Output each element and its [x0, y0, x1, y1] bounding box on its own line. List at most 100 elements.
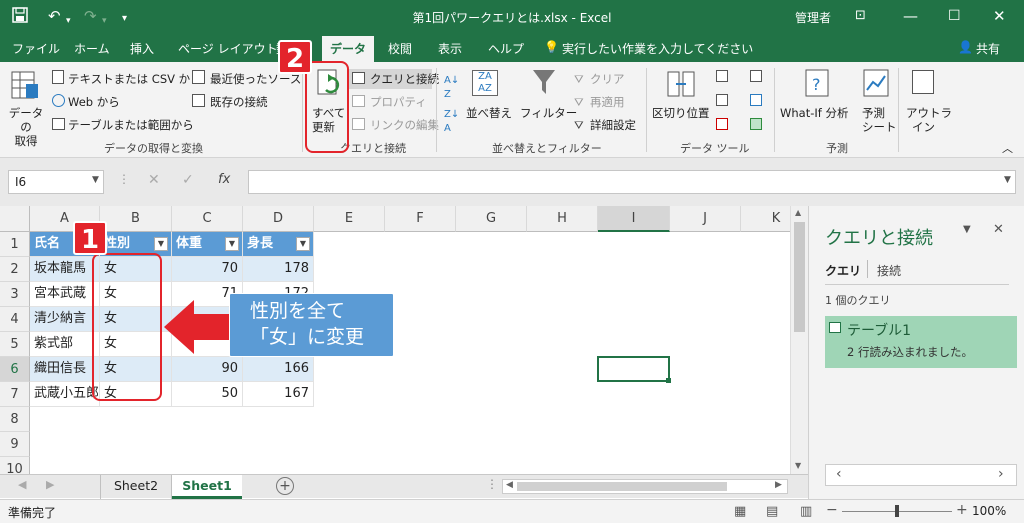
name-box-dropdown-icon[interactable]: ▼	[92, 175, 99, 185]
column-header[interactable]: D	[243, 206, 314, 232]
get-data-button[interactable]: データの 取得	[6, 106, 46, 148]
collapse-ribbon-icon[interactable]: ︿	[1002, 142, 1013, 156]
tab-file[interactable]: ファイル	[12, 40, 60, 57]
forecast-label-2[interactable]: シート	[862, 120, 897, 134]
scroll-up-icon[interactable]: ▲	[795, 208, 801, 217]
zoom-slider-thumb[interactable]	[895, 505, 899, 517]
data-validation-icon[interactable]	[716, 118, 728, 130]
row-header[interactable]: 2	[0, 257, 30, 282]
remove-duplicates-icon[interactable]	[716, 94, 728, 106]
column-header[interactable]: C	[172, 206, 243, 232]
clear-button[interactable]: クリア	[590, 72, 625, 86]
tell-me-box[interactable]: 実行したい作業を入力してください	[562, 40, 753, 57]
column-header[interactable]: H	[527, 206, 598, 232]
advanced-button[interactable]: 詳細設定	[590, 118, 636, 132]
relationships-icon[interactable]	[750, 94, 762, 106]
column-header-selected[interactable]: I	[598, 206, 670, 232]
from-text-csv-button[interactable]: テキストまたは CSV から	[68, 72, 202, 86]
sheet-tab-sheet1[interactable]: Sheet1	[172, 475, 242, 499]
from-web-button[interactable]: Web から	[68, 95, 120, 109]
scroll-down-icon[interactable]: ▼	[795, 461, 801, 470]
table-cell[interactable]: 坂本龍馬	[30, 257, 100, 282]
table-cell[interactable]: 織田信長	[30, 357, 100, 382]
next-sheet-icon[interactable]: ▶	[46, 478, 54, 491]
row-header[interactable]: 1	[0, 232, 30, 257]
name-box[interactable]: I6	[8, 170, 104, 194]
table-cell[interactable]: 166	[243, 357, 314, 382]
column-header[interactable]: F	[385, 206, 456, 232]
tab-review[interactable]: 校閲	[388, 40, 412, 57]
zoom-level[interactable]: 100%	[972, 504, 1006, 518]
pane-scroll-left-icon[interactable]: ‹	[836, 466, 842, 482]
sort-button[interactable]: 並べ替え	[466, 106, 512, 120]
column-header[interactable]: J	[670, 206, 741, 232]
row-header-selected[interactable]: 6	[0, 357, 30, 382]
normal-view-icon[interactable]: ▦	[734, 504, 746, 519]
pane-close-icon[interactable]: ✕	[993, 222, 1004, 237]
close-icon[interactable]: ✕	[993, 7, 1006, 25]
table-cell[interactable]: 50	[172, 382, 243, 407]
row-header[interactable]: 9	[0, 432, 30, 457]
properties-button[interactable]: プロパティ	[370, 95, 427, 109]
existing-connections-button[interactable]: 既存の接続	[210, 95, 268, 109]
insert-function-icon[interactable]: fx	[218, 172, 230, 187]
table-cell[interactable]: 178	[243, 257, 314, 282]
sheet-tab-sheet2[interactable]: Sheet2	[100, 475, 172, 499]
page-break-view-icon[interactable]: ▥	[800, 504, 812, 519]
person-icon[interactable]: 👤	[958, 40, 973, 54]
add-sheet-icon[interactable]: +	[276, 477, 294, 495]
edit-links-button[interactable]: リンクの編集	[370, 118, 439, 132]
user-name[interactable]: 管理者	[795, 9, 831, 26]
flash-fill-icon[interactable]	[716, 70, 728, 82]
row-header[interactable]: 7	[0, 382, 30, 407]
tab-help[interactable]: ヘルプ	[488, 40, 524, 57]
expand-formula-icon[interactable]: ▼	[1004, 175, 1011, 185]
row-header[interactable]: 4	[0, 307, 30, 332]
table-header-cell[interactable]: 身長 ▼	[243, 232, 314, 257]
selected-cell[interactable]	[597, 356, 670, 382]
outline-label-1[interactable]: アウトラ	[906, 106, 952, 120]
forecast-label-1[interactable]: 予測	[862, 106, 885, 120]
text-to-columns-button[interactable]: 区切り位置	[652, 106, 710, 120]
page-layout-view-icon[interactable]: ▤	[766, 504, 778, 519]
hscroll-thumb[interactable]	[517, 482, 727, 491]
table-cell[interactable]: 宮本武蔵	[30, 282, 100, 307]
get-data-icon[interactable]	[10, 68, 40, 105]
reapply-button[interactable]: 再適用	[590, 95, 625, 109]
tab-page-layout[interactable]: ページ レイアウト	[178, 40, 278, 57]
minimize-icon[interactable]: —	[903, 7, 918, 25]
table-cell[interactable]: 清少納言	[30, 307, 100, 332]
vertical-scrollbar[interactable]: ▲ ▼	[790, 206, 808, 474]
queries-connections-button[interactable]: クエリと接続	[370, 72, 439, 86]
table-cell[interactable]: 紫式部	[30, 332, 100, 357]
filter-dropdown-icon[interactable]: ▼	[296, 237, 310, 251]
table-cell[interactable]: 70	[172, 257, 243, 282]
pane-scroll-right-icon[interactable]: ›	[998, 466, 1004, 482]
tab-home[interactable]: ホーム	[74, 40, 110, 57]
maximize-icon[interactable]: ☐	[948, 7, 961, 25]
sort-za-icon[interactable]: Z↓ A	[444, 108, 459, 136]
data-model-icon[interactable]	[750, 118, 762, 130]
sort-az-icon[interactable]: A↓ Z	[444, 74, 459, 102]
filter-dropdown-icon[interactable]: ▼	[225, 237, 239, 251]
prev-sheet-icon[interactable]: ◀	[18, 478, 26, 491]
enter-icon[interactable]: ✓	[182, 172, 194, 188]
table-header-cell[interactable]: 体重 ▼	[172, 232, 243, 257]
select-all[interactable]	[0, 206, 30, 232]
tab-insert[interactable]: 挿入	[130, 40, 154, 57]
column-header[interactable]: B	[100, 206, 172, 232]
row-header[interactable]: 8	[0, 407, 30, 432]
filter-dropdown-icon[interactable]: ▼	[154, 237, 168, 251]
pane-scrollbar[interactable]: ‹ ›	[825, 464, 1017, 486]
row-header[interactable]: 5	[0, 332, 30, 357]
column-header[interactable]: G	[456, 206, 527, 232]
pane-options-icon[interactable]: ▼	[963, 224, 971, 235]
cancel-icon[interactable]: ✕	[148, 172, 160, 188]
row-header[interactable]: 3	[0, 282, 30, 307]
table-cell[interactable]: 武蔵小五郎	[30, 382, 100, 407]
scroll-right-icon[interactable]: ▶	[775, 480, 782, 490]
query-item[interactable]: テーブル1 2 行読み込まれました。	[825, 316, 1017, 368]
zoom-in-icon[interactable]: +	[956, 502, 968, 518]
zoom-out-icon[interactable]: −	[826, 502, 838, 518]
formula-input[interactable]	[248, 170, 1016, 194]
